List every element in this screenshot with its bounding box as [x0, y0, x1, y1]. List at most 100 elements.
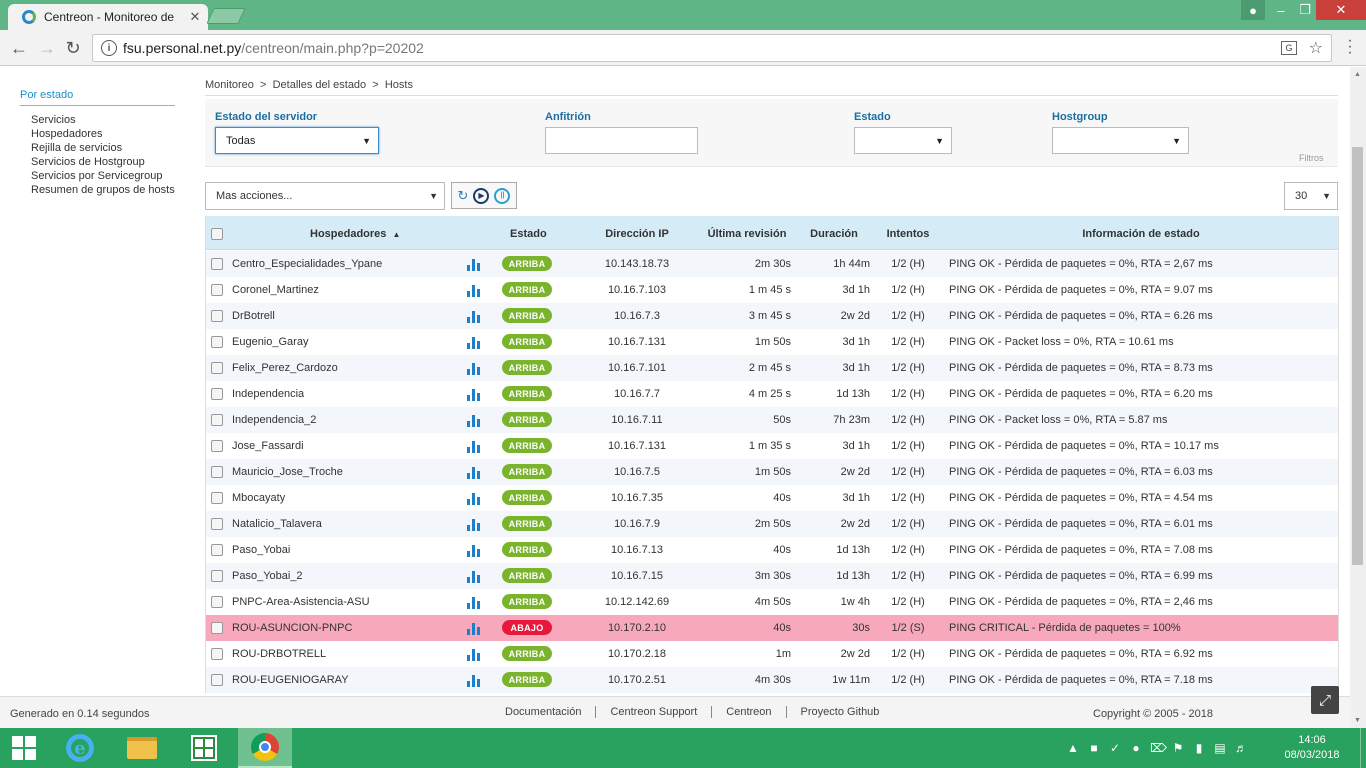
chart-bars-icon[interactable] [467, 439, 481, 453]
header-host[interactable]: Hospedadores ▲ [310, 228, 400, 240]
sidebar-heading[interactable]: Por estado [20, 89, 175, 106]
table-row[interactable]: Mbocayaty ARRIBA 10.16.7.35 40s 3d 1h 1/2 (H)… [206, 485, 1338, 511]
taskbar-store[interactable] [180, 728, 228, 768]
chart-bars-icon[interactable] [467, 517, 481, 531]
row-checkbox[interactable] [211, 544, 223, 556]
table-row[interactable]: Paso_Yobai ARRIBA 10.16.7.13 40s 1d 13h 1/2 (… [206, 537, 1338, 563]
url-input[interactable]: i fsu.personal.net.py/centreon/main.php?… [92, 34, 1332, 62]
chart-bars-icon[interactable] [467, 543, 481, 557]
row-checkbox[interactable] [211, 466, 223, 478]
host-name[interactable]: PNPC-Area-Asistencia-ASU [232, 596, 370, 608]
row-checkbox[interactable] [211, 596, 223, 608]
taskbar-chrome[interactable] [238, 728, 292, 768]
breadcrumb-item[interactable]: Monitoreo [205, 79, 254, 91]
taskbar-explorer[interactable] [118, 728, 166, 768]
host-name[interactable]: Mauricio_Jose_Troche [232, 466, 343, 478]
sidebar-item-hospedadores[interactable]: Hospedadores [31, 127, 180, 141]
pause-icon[interactable]: || [494, 187, 511, 204]
host-name[interactable]: Paso_Yobai_2 [232, 570, 303, 582]
user-profile-icon[interactable]: ● [1241, 0, 1265, 20]
row-checkbox[interactable] [211, 362, 223, 374]
sidebar-item-servicios-servicegroup[interactable]: Servicios por Servicegroup [31, 169, 180, 183]
breadcrumb-item[interactable]: Hosts [385, 79, 413, 91]
host-filter-input[interactable] [545, 127, 698, 154]
header-output[interactable]: Información de estado [1066, 228, 1216, 240]
translate-icon[interactable]: G [1281, 41, 1297, 55]
host-name[interactable]: Paso_Yobai [232, 544, 290, 556]
table-row[interactable]: Jose_Fassardi ARRIBA 10.16.7.131 1 m 35 s 3d… [206, 433, 1338, 459]
host-name[interactable]: ROU-DRBOTRELL [232, 648, 326, 660]
volume-icon[interactable]: ♬ [1234, 741, 1248, 755]
header-tries[interactable]: Intentos [878, 228, 938, 240]
host-name[interactable]: Coronel_Martinez [232, 284, 319, 296]
row-checkbox[interactable] [211, 570, 223, 582]
show-desktop-button[interactable] [1360, 728, 1366, 768]
footer-link-documentacion[interactable]: Documentación [505, 706, 597, 718]
chart-bars-icon[interactable] [467, 621, 481, 635]
host-name[interactable]: ROU-EUGENIOGARAY [232, 674, 349, 686]
action-flag-icon[interactable]: ⚑ [1171, 741, 1185, 755]
reload-icon[interactable]: ↻ [62, 37, 84, 59]
play-icon[interactable]: ▶ [473, 187, 490, 204]
table-row[interactable]: Natalicio_Talavera ARRIBA 10.16.7.9 2m 50s 2… [206, 511, 1338, 537]
network-icon[interactable]: ▤ [1213, 741, 1227, 755]
table-row[interactable]: Felix_Perez_Cardozo ARRIBA 10.16.7.101 2 m … [206, 355, 1338, 381]
sidebar-item-servicios-hostgroup[interactable]: Servicios de Hostgroup [31, 155, 180, 169]
header-status[interactable]: Estado [510, 228, 547, 240]
chart-bars-icon[interactable] [467, 595, 481, 609]
row-checkbox[interactable] [211, 440, 223, 452]
chart-bars-icon[interactable] [467, 465, 481, 479]
new-tab-button[interactable] [206, 8, 246, 24]
row-checkbox[interactable] [211, 336, 223, 348]
row-checkbox[interactable] [211, 674, 223, 686]
footer-link-github[interactable]: Proyecto Github [787, 706, 894, 718]
bookmark-star-icon[interactable]: ☆ [1309, 38, 1323, 58]
forward-arrow-icon[interactable]: → [36, 37, 58, 59]
table-row[interactable]: DrBotrell ARRIBA 10.16.7.3 3 m 45 s 2w 2d 1/2… [206, 303, 1338, 329]
tray-expand-icon[interactable]: ▲ [1066, 741, 1080, 755]
chart-bars-icon[interactable] [467, 387, 481, 401]
footer-link-centreon[interactable]: Centreon [712, 706, 787, 718]
browser-tab-active[interactable]: Centreon - Monitoreo de ✕ [8, 4, 208, 30]
battery-icon[interactable]: ▮ [1192, 741, 1206, 755]
chart-bars-icon[interactable] [467, 283, 481, 297]
table-row[interactable]: Independencia ARRIBA 10.16.7.7 4 m 25 s 1d 1… [206, 381, 1338, 407]
table-row[interactable]: Mauricio_Jose_Troche ARRIBA 10.16.7.5 1m 50… [206, 459, 1338, 485]
host-name[interactable]: Eugenio_Garay [232, 336, 308, 348]
table-row[interactable]: Independencia_2 ARRIBA 10.16.7.11 50s 7h 23m… [206, 407, 1338, 433]
row-checkbox[interactable] [211, 518, 223, 530]
host-name[interactable]: ROU-ASUNCION-PNPC [232, 622, 352, 634]
fullscreen-icon[interactable]: ⤢ [1311, 686, 1339, 714]
taskbar-ie[interactable]: e [56, 728, 104, 768]
row-checkbox[interactable] [211, 258, 223, 270]
table-row[interactable]: ROU-ASUNCION-PNPC ABAJO 10.170.2.10 40s 30s 1… [206, 615, 1338, 641]
start-button[interactable] [0, 728, 48, 768]
host-name[interactable]: Independencia_2 [232, 414, 316, 426]
host-name[interactable]: Independencia [232, 388, 304, 400]
host-name[interactable]: DrBotrell [232, 310, 275, 322]
taskbar-clock[interactable]: 14:06 08/03/2018 [1282, 733, 1342, 763]
footer-link-support[interactable]: Centreon Support [596, 706, 713, 718]
table-row[interactable]: ROU-EUGENIOGARAY ARRIBA 10.170.2.51 4m 30s 1… [206, 667, 1338, 693]
minimize-window-button[interactable]: – [1268, 0, 1294, 20]
hostgroup-select[interactable]: ▼ [1052, 127, 1189, 154]
chart-bars-icon[interactable] [467, 647, 481, 661]
sidebar-item-servicios[interactable]: Servicios [31, 113, 180, 127]
table-row[interactable]: ROU-DRBOTRELL ARRIBA 10.170.2.18 1m 2w 2d 1/2… [206, 641, 1338, 667]
table-row[interactable]: Paso_Yobai_2 ARRIBA 10.16.7.15 3m 30s 1d 13h… [206, 563, 1338, 589]
breadcrumb-item[interactable]: Detalles del estado [273, 79, 367, 91]
host-name[interactable]: Natalicio_Talavera [232, 518, 322, 530]
scrollbar-thumb[interactable] [1352, 147, 1363, 565]
chart-bars-icon[interactable] [467, 569, 481, 583]
chart-bars-icon[interactable] [467, 413, 481, 427]
table-row[interactable]: PNPC-Area-Asistencia-ASU ARRIBA 10.12.142.… [206, 589, 1338, 615]
header-last-check[interactable]: Última revisión [692, 228, 802, 240]
chart-bars-icon[interactable] [467, 257, 481, 271]
host-name[interactable]: Mbocayaty [232, 492, 285, 504]
table-row[interactable]: Centro_Especialidades_Ypane ARRIBA 10.143.… [206, 251, 1338, 277]
refresh-icon[interactable]: ↻ [458, 188, 469, 204]
host-name[interactable]: Centro_Especialidades_Ypane [232, 258, 382, 270]
row-checkbox[interactable] [211, 648, 223, 660]
header-duration[interactable]: Duración [804, 228, 864, 240]
host-name[interactable]: Felix_Perez_Cardozo [232, 362, 338, 374]
